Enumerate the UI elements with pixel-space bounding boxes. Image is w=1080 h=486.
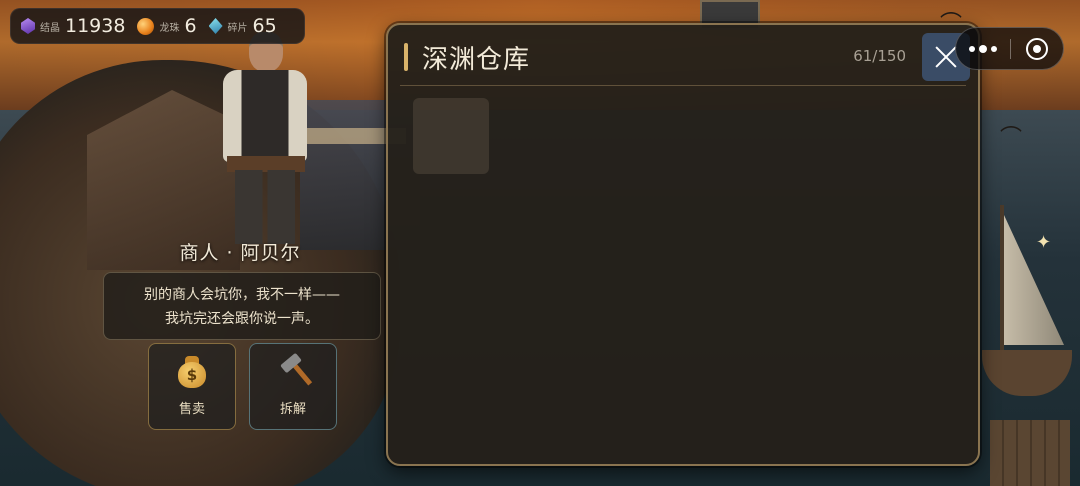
storage-title: 深渊仓库	[422, 45, 531, 75]
merchant-legs	[235, 170, 295, 244]
resource-value: 11938	[65, 15, 126, 37]
dismantle-button[interactable]: 拆解	[249, 343, 337, 430]
merchant-dialog: 别的商人会坑你，我不一样—— 我坑完还会跟你说一声。	[103, 272, 381, 340]
fragment-icon	[208, 18, 223, 34]
resource-bar: 结晶 11938 龙珠 6 碎片 65	[10, 8, 305, 44]
divider	[400, 85, 966, 86]
dialog-line: 我坑完还会跟你说一声。	[165, 311, 319, 327]
resource-crystal[interactable]: 结晶 11938	[21, 15, 125, 37]
dialog-line: 别的商人会坑你，我不一样——	[144, 287, 340, 303]
money-bag-icon	[177, 356, 207, 388]
exit-button[interactable]	[1011, 28, 1063, 69]
more-button[interactable]	[956, 28, 1010, 69]
resource-label: 结晶	[40, 22, 60, 34]
resource-fragment[interactable]: 碎片 65	[208, 15, 277, 37]
inventory-slot[interactable]	[413, 98, 489, 174]
hammer-icon	[277, 352, 313, 388]
sell-button[interactable]: 售卖	[148, 343, 236, 430]
bird-icon: ⌒	[1000, 126, 1023, 151]
merchant-character[interactable]	[205, 32, 325, 244]
merchant-torso	[223, 70, 307, 162]
storage-capacity: 61/150	[853, 47, 906, 65]
sparkle-icon: ✦	[1036, 232, 1052, 253]
more-dots-icon	[991, 45, 997, 52]
resource-value: 65	[252, 15, 277, 37]
dismantle-label: 拆解	[279, 402, 306, 417]
resource-label: 龙珠	[159, 22, 180, 34]
dragon-orb-icon	[137, 17, 155, 35]
crystal-icon	[21, 18, 35, 34]
resource-value: 6	[184, 15, 197, 37]
merchant-name: 商人 · 阿贝尔	[179, 242, 301, 264]
boat-mast	[1000, 205, 1004, 355]
pier	[990, 420, 1070, 486]
storage-panel: 深渊仓库 61/150	[386, 23, 980, 466]
target-icon	[1026, 37, 1048, 60]
mini-program-capsule	[955, 27, 1064, 70]
sell-label: 售卖	[178, 402, 205, 417]
more-dots-icon	[979, 44, 987, 53]
resource-dragon-orb[interactable]: 龙珠 6	[137, 15, 197, 37]
more-dots-icon	[969, 45, 975, 52]
title-accent-bar	[404, 43, 408, 71]
resource-label: 碎片	[227, 22, 248, 34]
